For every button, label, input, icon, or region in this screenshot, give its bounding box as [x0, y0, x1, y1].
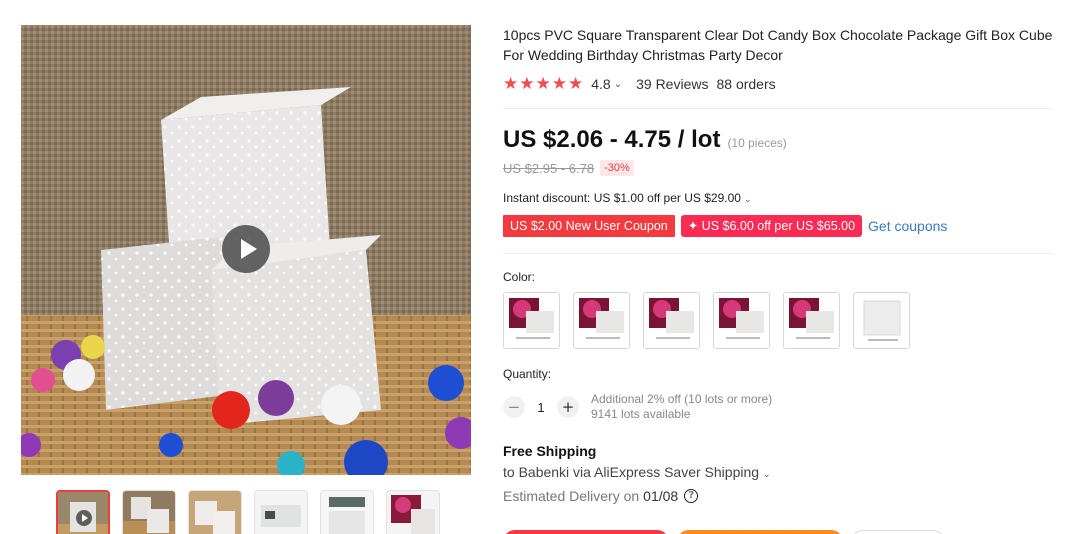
current-price: US $2.06 - 4.75 / lot [503, 126, 721, 153]
quantity-notes: Additional 2% off (10 lots or more) 9141… [591, 392, 772, 422]
color-swatch-2[interactable] [573, 292, 630, 349]
shipping-destination: to Babenki via AliExpress Saver Shipping [503, 464, 760, 480]
swatch-image [854, 293, 909, 348]
get-coupons-link[interactable]: Get coupons [868, 218, 947, 234]
main-product-image[interactable] [21, 25, 471, 475]
star-rating: ★ ★ ★ ★ ★ [503, 74, 583, 94]
swatch-image [784, 293, 839, 348]
thumbnail-video[interactable] [56, 490, 110, 534]
play-video-button[interactable] [222, 225, 270, 273]
discount-badge: -30% [600, 160, 634, 176]
chevron-down-icon: ⌄ [743, 195, 752, 205]
star-icon: ★ [503, 74, 519, 94]
free-shipping-label: Free Shipping [503, 443, 597, 459]
stock-available: 9141 lots available [591, 407, 691, 421]
bulk-discount-note: Additional 2% off (10 lots or more) [591, 392, 773, 406]
color-swatch-3[interactable] [643, 292, 700, 349]
estimated-delivery: Estimated Delivery on 01/08 ? [503, 488, 699, 504]
add-to-cart-button[interactable] [677, 530, 843, 534]
color-swatch-6[interactable] [853, 292, 910, 349]
quantity-stepper: − 1 + Additional 2% off (10 lots or more… [503, 392, 772, 422]
star-icon: ★ [519, 74, 535, 94]
play-icon [76, 510, 92, 526]
thumbnail-image [387, 491, 439, 534]
thumbnail-image-3[interactable] [254, 490, 308, 534]
chevron-down-icon: ⌄ [763, 470, 771, 480]
original-price-row: US $2.95 - 6.78 -30% [503, 160, 634, 176]
color-swatches [503, 292, 910, 349]
swatch-image [644, 293, 699, 348]
quantity-label: Quantity: [503, 367, 552, 381]
star-icon: ★ [551, 74, 567, 94]
product-title: 10pcs PVC Square Transparent Clear Dot C… [503, 27, 1053, 63]
thumbnail-image-5[interactable] [386, 490, 440, 534]
thumbnail-image [255, 491, 307, 534]
instant-discount-text: Instant discount: US $1.00 off per US $2… [503, 191, 741, 205]
divider [503, 108, 1053, 109]
estimated-delivery-date: 01/08 [643, 488, 679, 504]
quantity-increase-button[interactable]: + [557, 396, 579, 418]
orders-count: 88 orders [716, 76, 776, 92]
original-price: US $2.95 - 6.78 [503, 160, 595, 176]
thumbnail-image [321, 491, 373, 534]
new-user-coupon[interactable]: US $2.00 New User Coupon [503, 215, 675, 237]
star-icon: ★ [535, 74, 551, 94]
quantity-input[interactable]: 1 [525, 400, 557, 415]
color-label: Color: [503, 270, 536, 284]
buy-now-button[interactable] [503, 530, 669, 534]
rating-row: ★ ★ ★ ★ ★ 4.8 ⌄ 39 Reviews 88 orders [503, 74, 776, 94]
thumbnail-image-4[interactable] [320, 490, 374, 534]
color-swatch-4[interactable] [713, 292, 770, 349]
coupon-row: US $2.00 New User Coupon ✦ US $6.00 off … [503, 215, 947, 237]
rating-value[interactable]: 4.8 [591, 76, 610, 92]
swatch-image [574, 293, 629, 348]
price-row: US $2.06 - 4.75 / lot (10 pieces) [503, 126, 787, 154]
thumbnail-image [123, 491, 175, 534]
wishlist-button[interactable] [851, 530, 945, 534]
estimated-delivery-label: Estimated Delivery on [503, 488, 640, 504]
thumbnail-image-1[interactable] [122, 490, 176, 534]
divider [503, 253, 1053, 254]
star-icon: ★ [568, 74, 584, 94]
help-icon[interactable]: ? [684, 489, 699, 503]
thumbnail-image-2[interactable] [188, 490, 242, 534]
action-buttons [503, 530, 945, 534]
thumbnail-image [189, 491, 241, 534]
chevron-down-icon[interactable]: ⌄ [614, 79, 622, 90]
thumbnail-strip [56, 490, 440, 534]
pieces-per-lot: (10 pieces) [727, 136, 787, 150]
store-coupon[interactable]: ✦ US $6.00 off per US $65.00 [680, 215, 863, 237]
swatch-image [504, 293, 559, 348]
color-swatch-1[interactable] [503, 292, 560, 349]
shipping-method-selector[interactable]: to Babenki via AliExpress Saver Shipping… [503, 464, 785, 480]
color-swatch-5[interactable] [783, 292, 840, 349]
reviews-link[interactable]: 39 Reviews [636, 76, 708, 92]
quantity-decrease-button[interactable]: − [503, 396, 525, 418]
instant-discount[interactable]: Instant discount: US $1.00 off per US $2… [503, 191, 765, 205]
swatch-image [714, 293, 769, 348]
